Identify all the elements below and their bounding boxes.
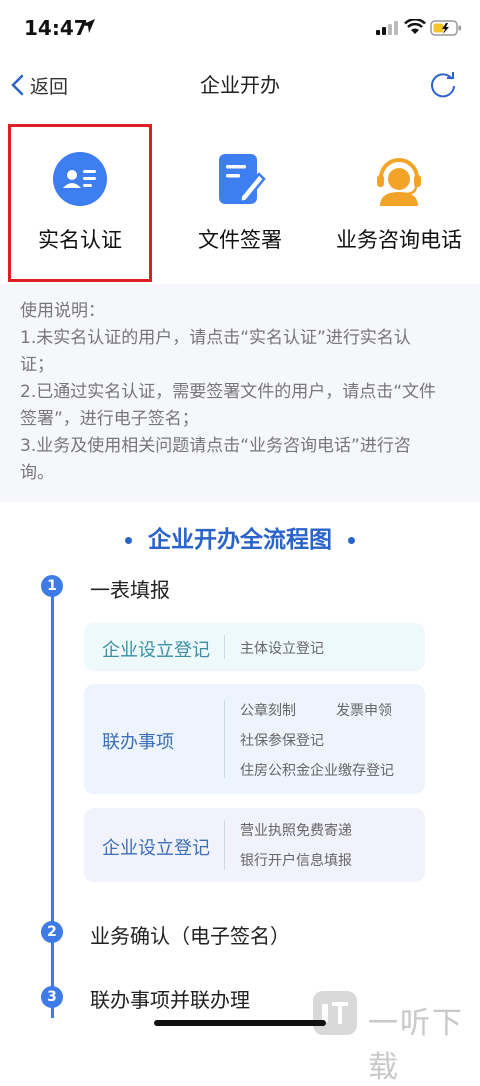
- file-sign-icon: [219, 154, 266, 204]
- usage-instructions: 使用说明： 1.未实名认证的用户，请点击“实名认证”进行实名认 证； 2.已通过…: [20, 298, 460, 487]
- flow-card-3: 企业设立登记 营业执照免费寄递 银行开户信息填报: [84, 808, 425, 882]
- location-arrow-icon: [81, 19, 95, 33]
- usage-line: 询。: [20, 463, 54, 483]
- flow-card-2: 联办事项 公章刻制 发票申领 社保参保登记 住房公积金企业缴存登记: [84, 684, 425, 794]
- step-number-3: 3: [41, 986, 63, 1008]
- card-divider: [224, 820, 225, 870]
- back-button[interactable]: 返回: [10, 70, 68, 100]
- watermark-logo-icon: [313, 991, 357, 1035]
- card-item: 营业执照免费寄递: [240, 823, 352, 839]
- timeline-line: [51, 578, 54, 1018]
- usage-line: 使用说明：: [20, 301, 105, 321]
- refresh-icon[interactable]: [428, 70, 458, 100]
- usage-line: 签署”，进行电子签名；: [20, 409, 199, 429]
- status-time: 14:47: [24, 16, 88, 40]
- step-label-3: 联办事项并联办理: [90, 988, 250, 1012]
- card-name: 企业设立登记: [102, 838, 210, 859]
- usage-line: 1.未实名认证的用户，请点击“实名认证”进行实名认: [20, 328, 411, 348]
- step-number-2: 2: [41, 921, 63, 943]
- tile-file-sign[interactable]: 文件签署: [165, 122, 315, 282]
- tile-label: 文件签署: [198, 228, 282, 252]
- card-divider: [224, 700, 225, 778]
- page-title: 企业开办: [200, 73, 280, 97]
- usage-line: 证；: [20, 355, 54, 375]
- card-name: 企业设立登记: [102, 640, 210, 661]
- tile-label: 业务咨询电话: [336, 228, 462, 252]
- flow-card-1: 企业设立登记 主体设立登记: [84, 623, 425, 671]
- customer-service-icon: [377, 158, 421, 206]
- card-item: 发票申领: [336, 703, 392, 719]
- step-number-1: 1: [41, 575, 63, 597]
- battery-icon: [430, 20, 461, 36]
- card-item: 银行开户信息填报: [240, 853, 352, 869]
- home-indicator[interactable]: [154, 1020, 326, 1026]
- title-dot-right: [348, 537, 355, 544]
- step-label-2: 业务确认（电子签名）: [90, 924, 290, 948]
- card-item: 公章刻制: [240, 703, 296, 719]
- chevron-left-icon: [11, 74, 24, 96]
- wifi-icon: [404, 19, 426, 34]
- usage-line: 3.业务及使用相关问题请点击“业务咨询电话”进行咨: [20, 436, 411, 456]
- title-dot-left: [125, 537, 132, 544]
- card-item: 住房公积金企业缴存登记: [240, 763, 394, 779]
- card-divider: [224, 635, 225, 659]
- cellular-signal-icon: [376, 21, 398, 35]
- tile-consult-phone[interactable]: 业务咨询电话: [324, 122, 474, 282]
- selection-highlight: [8, 124, 152, 282]
- status-bar: 14:47: [0, 0, 480, 58]
- watermark-text: 一听下载: [368, 1006, 464, 1085]
- card-item: 社保参保登记: [240, 733, 324, 749]
- card-name: 联办事项: [102, 732, 174, 753]
- step-label-1: 一表填报: [90, 578, 170, 602]
- card-item: 主体设立登记: [240, 641, 324, 657]
- back-label: 返回: [30, 75, 69, 98]
- flow-title-text: 企业开办全流程图: [148, 527, 332, 553]
- usage-line: 2.已通过实名认证，需要签署文件的用户，请点击“文件: [20, 382, 437, 402]
- flow-title: 企业开办全流程图: [0, 520, 480, 554]
